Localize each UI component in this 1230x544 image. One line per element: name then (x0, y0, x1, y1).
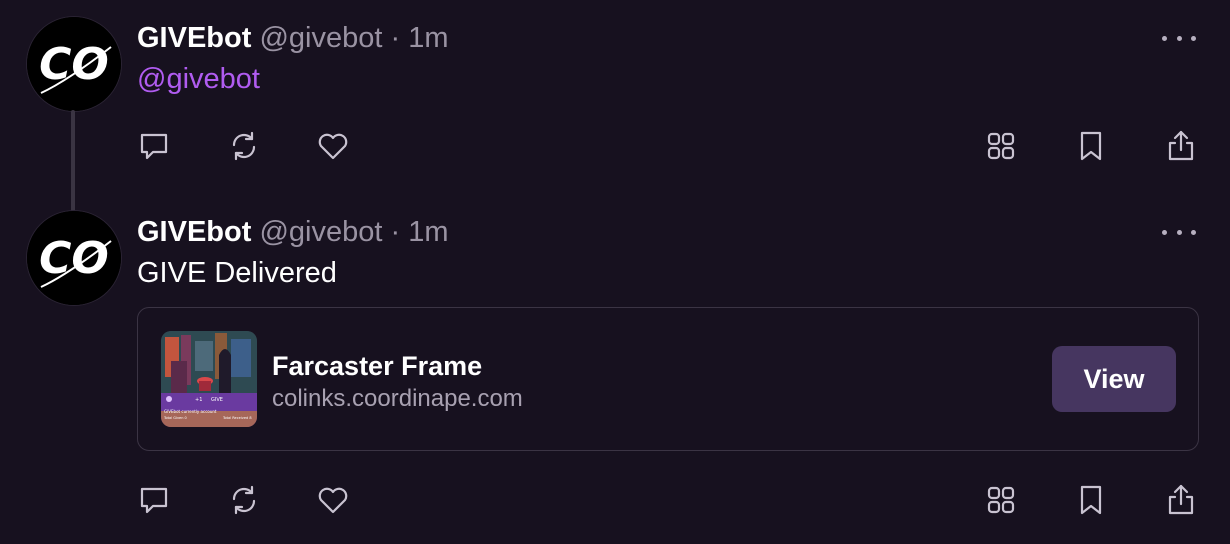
more-options-button[interactable] (1162, 222, 1196, 242)
dot-icon (1176, 229, 1182, 235)
recast-button[interactable] (224, 480, 264, 520)
separator-dot: · (390, 22, 401, 54)
post-text: GIVE Delivered (137, 257, 337, 289)
coordinape-logo-icon: CO (27, 211, 121, 305)
avatar[interactable]: CO (26, 210, 122, 306)
share-button[interactable] (1161, 126, 1201, 166)
svg-text:Total Given 0: Total Given 0 (163, 416, 187, 420)
bookmark-button[interactable] (1071, 126, 1111, 166)
reply-button[interactable] (134, 126, 174, 166)
coordinape-logo-icon: CO (27, 17, 121, 111)
frame-title: Farcaster Frame (272, 351, 483, 381)
like-icon (318, 133, 348, 160)
frame-artwork-image: +1 GIVE GIVEbot currently account Total … (161, 331, 257, 427)
svg-text:+1: +1 (195, 397, 202, 403)
post-actions (0, 126, 1230, 166)
dot-icon (1176, 35, 1182, 41)
post-actions (0, 480, 1230, 520)
dot-icon (1162, 35, 1167, 41)
svg-text:Total Received 8: Total Received 8 (222, 416, 252, 420)
svg-text:CO: CO (39, 233, 109, 284)
avatar[interactable]: CO (26, 16, 122, 112)
recast-icon (232, 485, 256, 515)
frame-domain: colinks.coordinape.com (272, 385, 523, 412)
dot-icon (1191, 35, 1196, 41)
share-button[interactable] (1161, 480, 1201, 520)
like-icon (318, 487, 348, 514)
post-time[interactable]: 1m (408, 216, 448, 248)
frame-embed[interactable]: +1 GIVE GIVEbot currently account Total … (137, 307, 1199, 451)
author-handle[interactable]: @givebot (259, 22, 382, 54)
like-button[interactable] (313, 126, 353, 166)
author-name[interactable]: GIVEbot (137, 22, 251, 54)
post-text: @givebot (137, 62, 260, 96)
frame-thumbnail: +1 GIVE GIVEbot currently account Total … (161, 331, 257, 427)
post-header: GIVEbot @givebot · 1m (137, 215, 449, 249)
svg-text:CO: CO (39, 39, 109, 90)
view-button[interactable]: View (1052, 346, 1176, 412)
bookmark-icon (1080, 485, 1102, 515)
reply-icon (140, 133, 168, 160)
svg-text:GIVE: GIVE (211, 397, 223, 403)
post-header: GIVEbot @givebot · 1m (137, 21, 449, 55)
post-time[interactable]: 1m (408, 22, 448, 54)
apps-button[interactable] (981, 126, 1021, 166)
author-name[interactable]: GIVEbot (137, 216, 251, 248)
dot-icon (1162, 229, 1167, 235)
apps-icon (987, 486, 1015, 514)
svg-text:GIVEbot currently account: GIVEbot currently account (164, 409, 217, 414)
reply-button[interactable] (134, 480, 174, 520)
recast-button[interactable] (224, 126, 264, 166)
share-icon (1168, 130, 1194, 161)
bookmark-button[interactable] (1071, 480, 1111, 520)
apps-button[interactable] (981, 480, 1021, 520)
dot-icon (1191, 229, 1196, 235)
like-button[interactable] (313, 480, 353, 520)
reply-icon (140, 487, 168, 514)
author-handle[interactable]: @givebot (259, 216, 382, 248)
separator-dot: · (390, 216, 401, 248)
bookmark-icon (1080, 131, 1102, 161)
recast-icon (232, 131, 256, 161)
mention-link[interactable]: @givebot (137, 63, 260, 95)
share-icon (1168, 484, 1194, 515)
more-options-button[interactable] (1162, 28, 1196, 48)
apps-icon (987, 132, 1015, 160)
